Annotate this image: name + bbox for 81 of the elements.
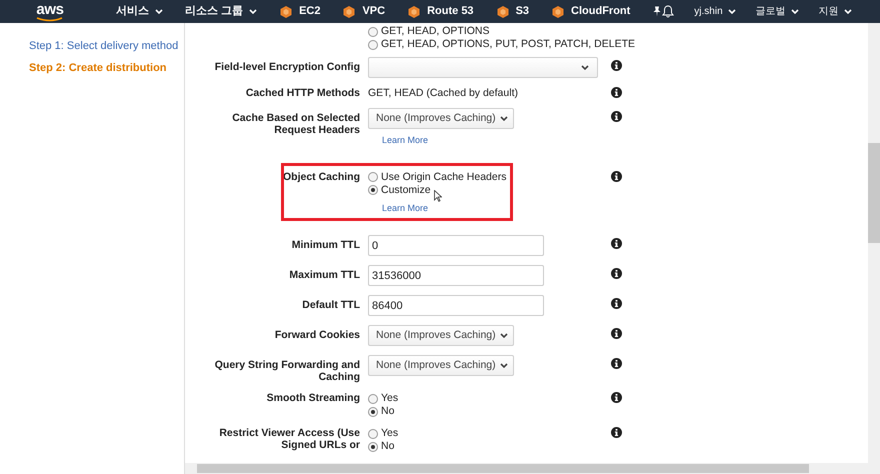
caret-icon <box>581 64 589 70</box>
caret-icon <box>500 116 508 122</box>
caret-icon <box>500 332 508 338</box>
text-input[interactable]: 31536000 <box>368 265 544 286</box>
service-shortcut[interactable]: CloudFront <box>551 3 630 20</box>
service-icon <box>407 4 422 18</box>
radio-label: Customize <box>381 184 431 196</box>
service-icon <box>496 4 510 18</box>
service-icon <box>342 4 356 18</box>
radio-label: Use Origin Cache Headers <box>381 170 506 184</box>
scrollbar-thumb[interactable] <box>868 143 880 243</box>
service-shortcut[interactable]: S3 <box>496 3 530 20</box>
menu-button[interactable]: 글로벌 <box>756 4 799 19</box>
aws-logo[interactable]: aws <box>36 2 64 16</box>
radio-label: Yes <box>381 427 398 440</box>
caret-icon <box>728 8 736 14</box>
info-icon[interactable] <box>611 298 622 309</box>
radio-button[interactable] <box>368 428 378 438</box>
mouse-cursor-icon <box>434 190 442 202</box>
select-dropdown[interactable]: None (Improves Caching) <box>368 355 514 376</box>
info-icon[interactable] <box>611 111 622 122</box>
field-label: Forward Cookies <box>274 328 360 341</box>
field-label: Field-level Encryption Config <box>214 60 360 73</box>
horizontal-scrollbar[interactable] <box>185 463 868 474</box>
menu-button[interactable]: 리소스 그룹 <box>185 3 258 20</box>
caret-icon <box>155 8 163 14</box>
caret-icon <box>500 362 508 368</box>
field-label: Restrict Viewer Access (Use Signed URLs or <box>218 427 360 451</box>
caret-icon <box>249 8 258 14</box>
service-icon <box>279 4 294 18</box>
info-icon[interactable] <box>611 268 622 279</box>
field-label: Cached HTTP Methods <box>244 87 360 99</box>
menu-button[interactable]: 서비스 <box>116 3 163 20</box>
field-label: Default TTL <box>301 298 360 311</box>
radio-button[interactable] <box>368 185 378 195</box>
service-icon <box>551 4 566 18</box>
field-label: Object Caching <box>282 170 360 182</box>
select-dropdown[interactable]: None (Improves Caching) <box>368 108 514 129</box>
info-icon[interactable] <box>611 427 622 438</box>
field-label: Smooth Streaming <box>266 392 360 404</box>
learn-more-link[interactable]: Learn More <box>382 134 428 148</box>
field-label: Minimum TTL <box>290 238 360 251</box>
info-icon[interactable] <box>611 328 622 339</box>
field-label: Maximum TTL <box>288 268 360 281</box>
radio-button[interactable] <box>368 406 378 416</box>
radio-button[interactable] <box>368 442 378 452</box>
menu-button[interactable]: yj.shin <box>694 4 736 19</box>
field-label: Query String Forwarding and Caching <box>214 358 360 383</box>
service-shortcut[interactable]: VPC <box>342 3 386 20</box>
service-shortcut[interactable]: EC2 <box>279 3 320 20</box>
info-icon[interactable] <box>611 87 622 98</box>
text-input[interactable]: 0 <box>368 235 544 256</box>
field-label: Cache Based on Selected Request Headers <box>231 111 360 136</box>
radio-label: GET, HEAD, OPTIONS <box>381 25 490 38</box>
radio-button[interactable] <box>368 40 378 50</box>
radio-label: GET, HEAD, OPTIONS, PUT, POST, PATCH, DELETE <box>381 38 635 51</box>
menu-button[interactable]: 지원 <box>818 4 852 19</box>
radio-button[interactable] <box>368 394 378 404</box>
logo-smile-icon <box>36 16 64 22</box>
text-input[interactable]: 86400 <box>368 295 544 316</box>
notification-bell-icon[interactable] <box>662 5 674 18</box>
pin-icon[interactable] <box>652 6 662 17</box>
radio-label: No <box>381 440 394 453</box>
info-icon[interactable] <box>611 170 622 182</box>
info-icon[interactable] <box>611 358 622 369</box>
caret-icon <box>844 8 852 14</box>
field-value: GET, HEAD (Cached by default) <box>368 87 519 99</box>
caret-icon <box>790 8 799 14</box>
learn-more-link[interactable]: Learn More <box>382 202 428 215</box>
info-icon[interactable] <box>611 60 622 71</box>
radio-button[interactable] <box>368 26 378 36</box>
radio-label: No <box>381 405 394 418</box>
radio-button[interactable] <box>368 172 378 182</box>
info-icon[interactable] <box>611 392 622 403</box>
info-icon[interactable] <box>611 238 622 249</box>
radio-label: Yes <box>381 392 398 405</box>
select-dropdown[interactable]: None (Improves Caching) <box>368 325 514 346</box>
scrollbar-thumb[interactable] <box>197 464 809 473</box>
vertical-scrollbar[interactable] <box>868 23 880 474</box>
step-link[interactable]: Step 1: Select delivery method <box>29 38 184 54</box>
service-shortcut[interactable]: Route 53 <box>407 3 474 20</box>
